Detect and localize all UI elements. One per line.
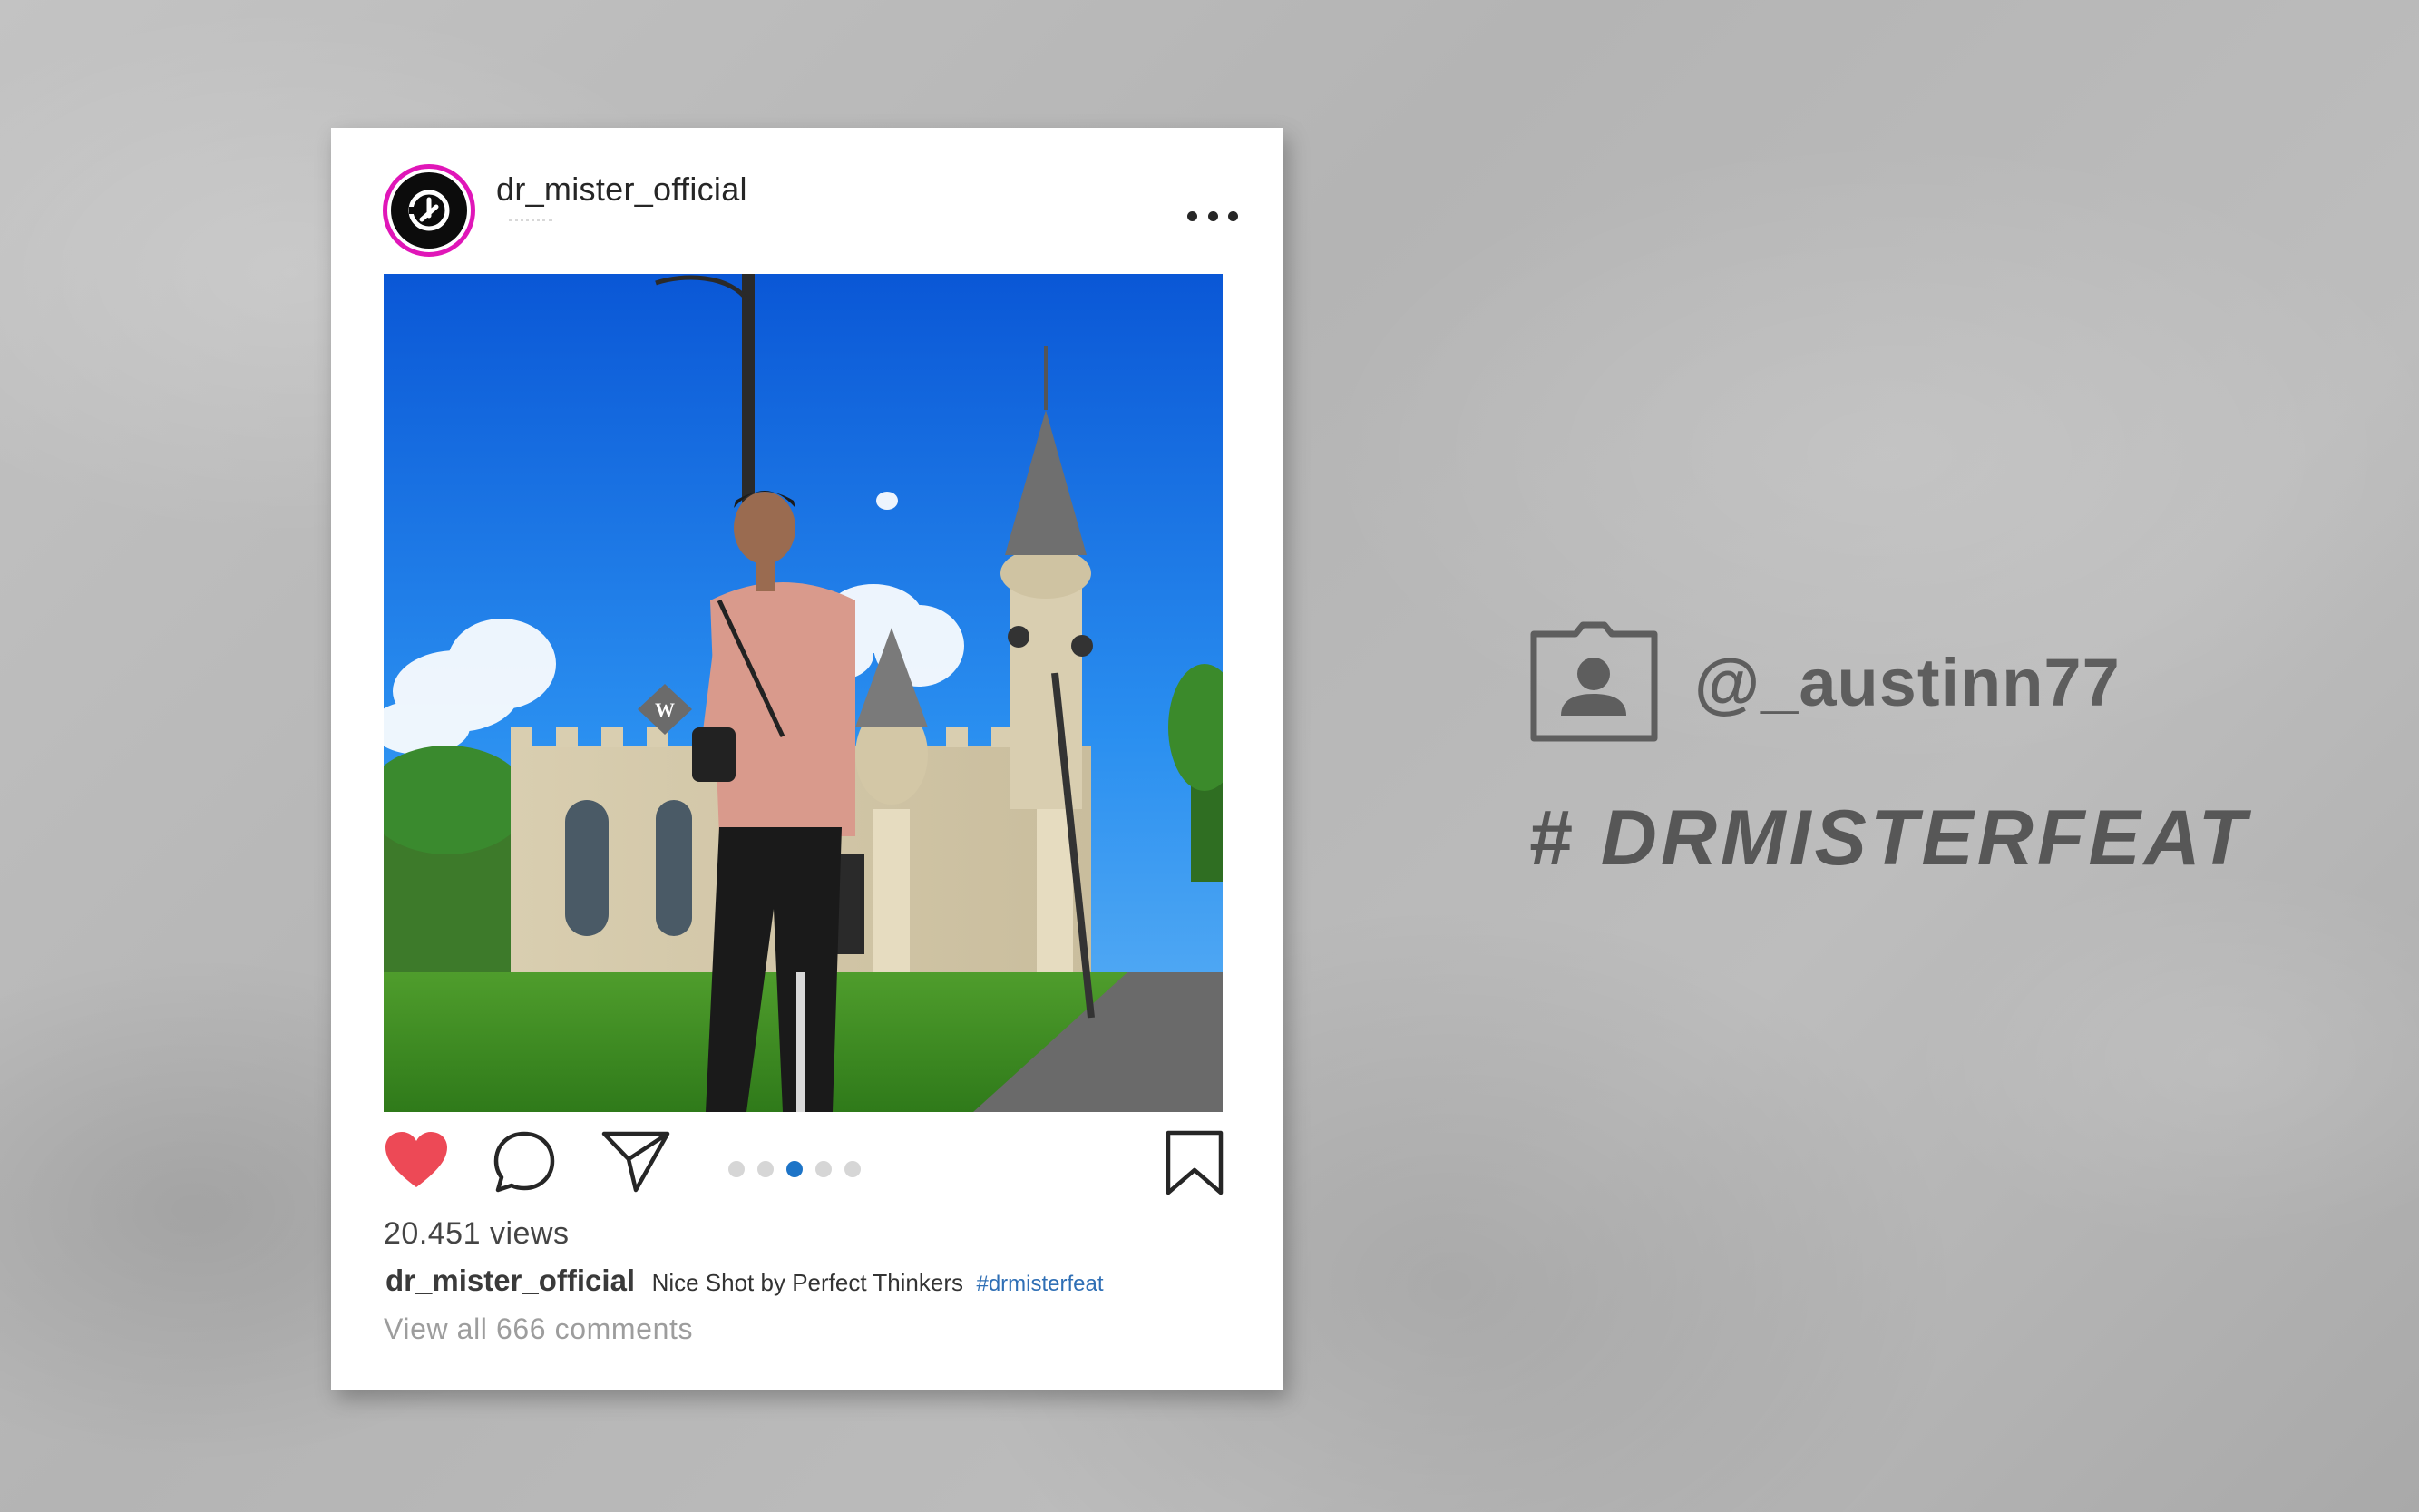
post-username[interactable]: dr_mister_official xyxy=(496,171,747,209)
views-count: 20.451 views xyxy=(384,1216,570,1251)
comment-bubble-icon[interactable] xyxy=(493,1130,556,1198)
post-photo[interactable]: W xyxy=(384,274,1223,1112)
carousel-dot[interactable] xyxy=(815,1161,832,1177)
profile-card-icon xyxy=(1528,621,1660,744)
promo-hashtag: # DRMISTERFEAT xyxy=(1528,795,2249,882)
social-handle: @_austinn77 xyxy=(1528,621,2121,744)
instagram-post-card: dr_mister_official W 20.451 views dr_mis… xyxy=(331,128,1283,1390)
carousel-dot[interactable] xyxy=(844,1161,861,1177)
svg-text:W: W xyxy=(655,698,675,721)
carousel-dot[interactable] xyxy=(757,1161,774,1177)
profile-avatar[interactable] xyxy=(383,164,475,257)
view-comments-link[interactable]: View all 666 comments xyxy=(384,1312,693,1346)
heart-icon[interactable] xyxy=(384,1130,449,1195)
post-actions-bar xyxy=(384,1130,1224,1203)
post-subtitle-placeholder xyxy=(509,219,552,224)
caption-username[interactable]: dr_mister_official xyxy=(385,1263,635,1297)
social-handle-text: @_austinn77 xyxy=(1694,645,2121,720)
more-options-icon[interactable] xyxy=(1187,205,1238,227)
brand-logo-icon xyxy=(391,172,467,249)
post-caption: dr_mister_official Nice Shot by Perfect … xyxy=(385,1263,1104,1298)
carousel-dot[interactable] xyxy=(728,1161,745,1177)
carousel-dot-active[interactable] xyxy=(786,1161,803,1177)
caption-hashtag-link[interactable]: #drmisterfeat xyxy=(976,1272,1103,1296)
caption-text: Nice Shot by Perfect Thinkers xyxy=(651,1269,964,1296)
carousel-indicator xyxy=(728,1161,861,1177)
bookmark-icon[interactable] xyxy=(1166,1130,1224,1200)
send-paper-plane-icon[interactable] xyxy=(601,1130,670,1198)
